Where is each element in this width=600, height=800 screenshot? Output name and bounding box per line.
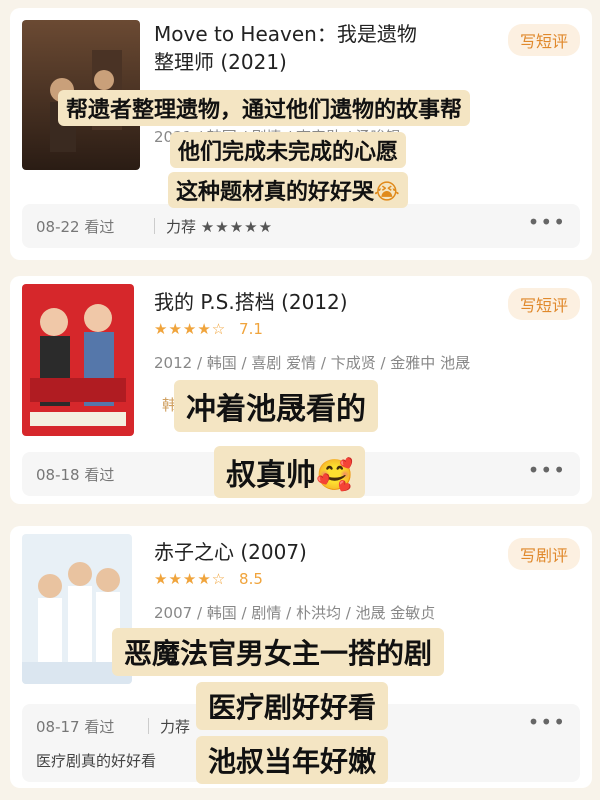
divider	[154, 218, 155, 234]
write-review-button[interactable]: 写短评	[507, 24, 580, 56]
caption-overlay: 池叔当年好嫩	[196, 736, 389, 784]
caption-overlay: 叔真帅🥰	[214, 446, 366, 498]
rating-stars: ★★★★☆	[154, 570, 227, 588]
write-review-button[interactable]: 写剧评	[507, 538, 580, 570]
watch-date: 08-18 看过	[36, 466, 115, 484]
drama-title[interactable]: 我的 P.S.搭档 (2012)	[154, 288, 348, 316]
rating-score: 7.1	[239, 320, 263, 338]
recommend-rating: 力荐	[160, 718, 191, 736]
drama-rating: ★★★★☆ 7.1	[154, 320, 263, 338]
smiling-hearts-emoji-icon: 🥰	[316, 458, 354, 493]
watch-date: 08-22 看过	[36, 218, 115, 236]
drama-title[interactable]: Move to Heaven：我是遗物 整理师 (2021)	[154, 20, 417, 76]
drama-title[interactable]: 赤子之心 (2007)	[154, 538, 307, 566]
rating-stars: ★★★★★	[200, 218, 274, 236]
more-options-icon[interactable]: •••	[528, 458, 566, 482]
write-review-button[interactable]: 写短评	[507, 288, 580, 320]
divider	[148, 718, 149, 734]
caption-overlay: 医疗剧好好看	[196, 682, 389, 730]
drama-meta: 2012 / 韩国 / 喜剧 爱情 / 卞成贤 / 金雅中 池晟	[154, 354, 471, 372]
watch-date: 08-17 看过	[36, 718, 115, 736]
drama-meta: 2007 / 韩国 / 剧情 / 朴洪均 / 池晟 金敏贞	[154, 604, 436, 622]
recommend-rating: 力荐 ★★★★★	[166, 218, 274, 236]
caption-overlay: 他们完成未完成的心愿	[170, 132, 407, 168]
caption-overlay: 这种题材真的好好哭😭	[168, 172, 408, 208]
more-options-icon[interactable]: •••	[528, 710, 566, 734]
rating-score: 8.5	[239, 570, 263, 588]
caption-overlay: 恶魔法官男女主一搭的剧	[112, 628, 445, 676]
review-comment: 医疗剧真的好好看	[36, 752, 157, 770]
watch-record: 08-22 看过 力荐 ★★★★★ •••	[22, 204, 580, 248]
poster-image[interactable]	[22, 284, 134, 436]
caption-overlay: 帮遗者整理遗物，通过他们遗物的故事帮	[58, 90, 471, 126]
drama-rating: ★★★★☆ 8.5	[154, 570, 263, 588]
crying-emoji-icon: 😭	[374, 180, 400, 205]
caption-overlay: 冲着池晟看的	[174, 380, 378, 432]
rating-stars: ★★★★☆	[154, 320, 227, 338]
more-options-icon[interactable]: •••	[528, 210, 566, 234]
